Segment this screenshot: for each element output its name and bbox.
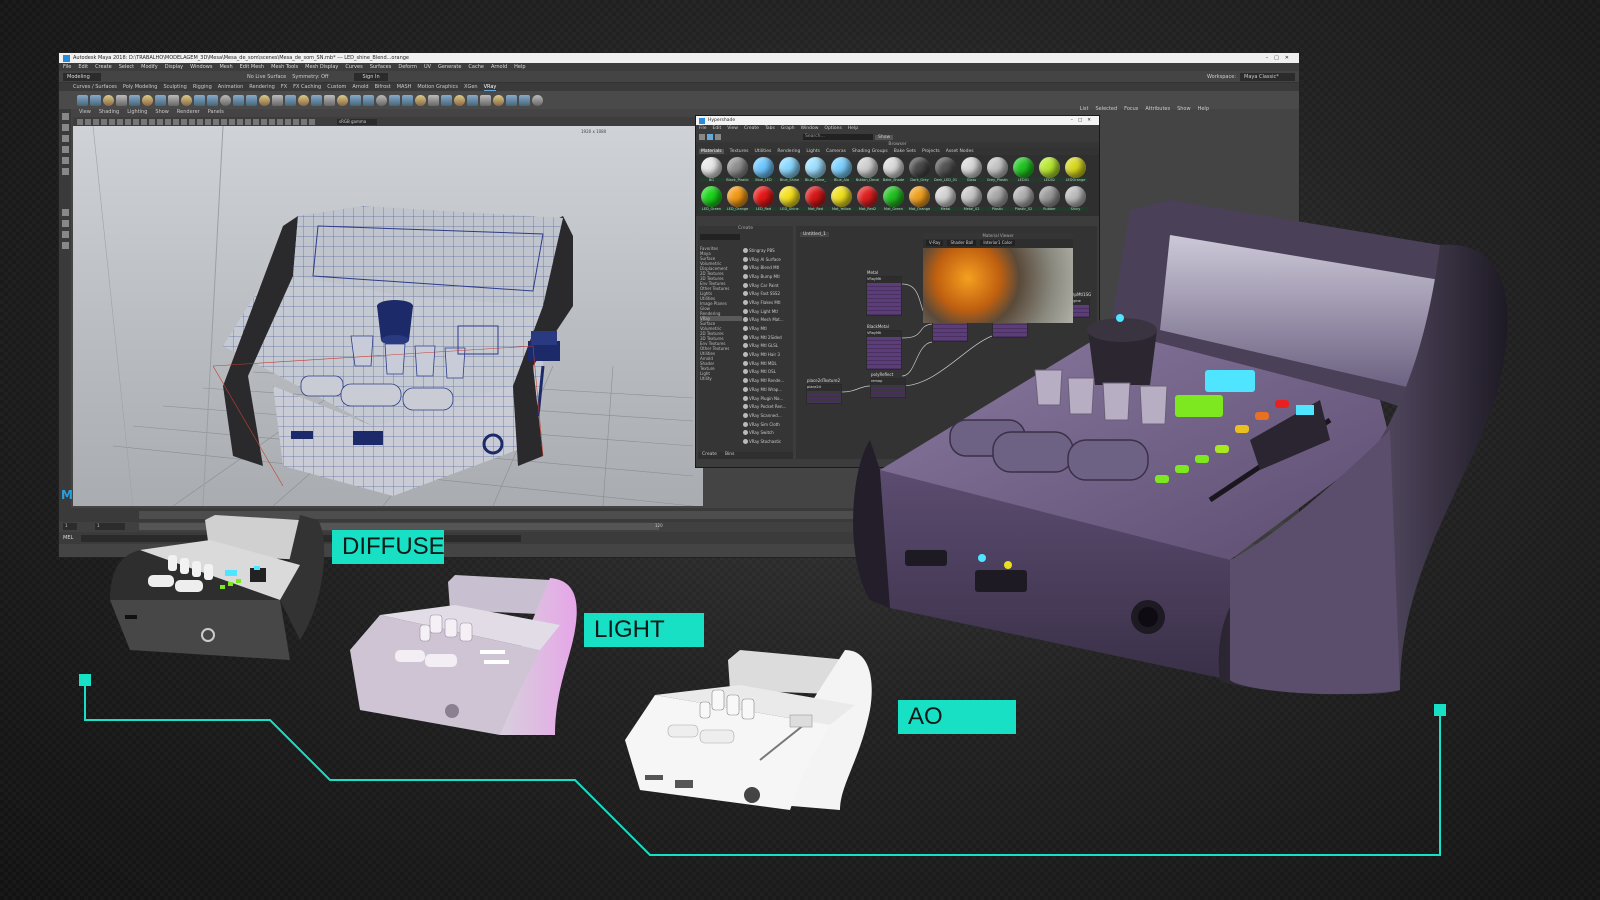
connector-dot-left bbox=[79, 674, 91, 686]
render-composite bbox=[84, 200, 1508, 856]
diffuse-label: DIFFUSE bbox=[332, 530, 445, 564]
ao-render-device bbox=[625, 650, 872, 810]
light-render-device bbox=[350, 575, 577, 735]
connector-dot-right bbox=[1434, 704, 1446, 716]
hero-render-device bbox=[853, 200, 1508, 695]
diffuse-render-device bbox=[110, 515, 325, 660]
ao-label: AO bbox=[898, 700, 1016, 734]
light-label: LIGHT bbox=[584, 613, 704, 647]
